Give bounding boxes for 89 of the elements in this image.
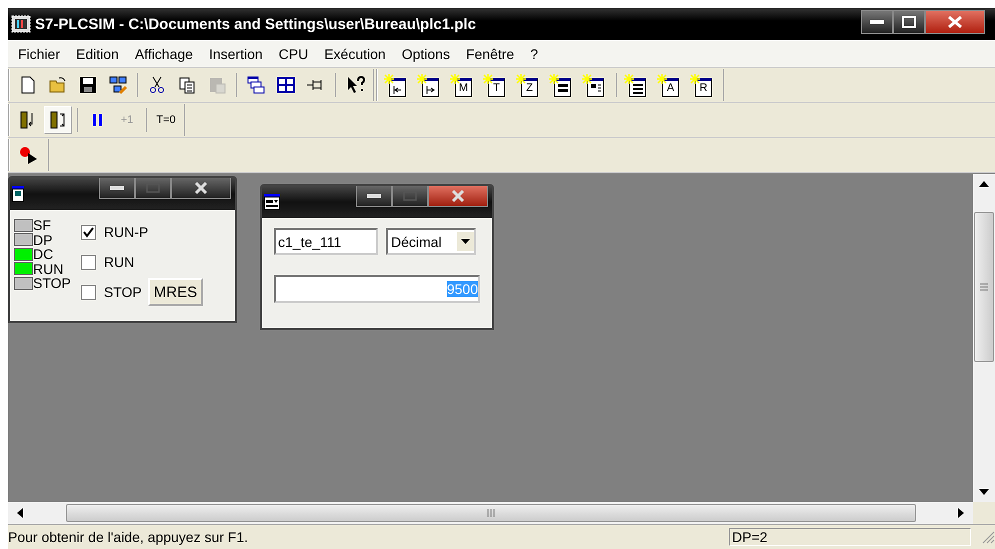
minimize-button[interactable] — [99, 178, 135, 199]
sparkle-icon — [483, 74, 493, 84]
led-label: DP — [33, 232, 52, 247]
insert-window-button[interactable]: T — [481, 71, 512, 99]
copy-icon — [177, 75, 197, 95]
sparkle-icon — [516, 74, 526, 84]
new-window-icon — [554, 78, 571, 96]
resize-grip-icon — [981, 530, 995, 544]
cascade-windows-icon — [246, 75, 266, 95]
menu-item[interactable]: Affichage — [126, 44, 201, 64]
vertical-scrollbar[interactable] — [973, 174, 995, 502]
menu-item[interactable]: Fichier — [10, 44, 68, 64]
scissors-icon — [147, 75, 167, 95]
sparkle-icon — [384, 74, 394, 84]
continuous-scan-button[interactable] — [44, 106, 72, 134]
minimize-icon — [110, 186, 124, 190]
sparkle-icon — [450, 74, 460, 84]
app-icon — [11, 15, 31, 33]
grip-icon — [980, 283, 988, 291]
minimize-icon — [367, 194, 381, 198]
toolbar-button[interactable]: T=0 — [152, 106, 180, 134]
horizontal-scrollbar[interactable] — [8, 502, 973, 524]
new-window-icon: T — [488, 78, 505, 96]
new-window-icon — [389, 78, 406, 96]
sparkle-icon — [582, 74, 592, 84]
new-window-icon — [587, 78, 604, 96]
grip-icon — [486, 509, 494, 517]
window-title: S7-PLCSIM - C:\Documents and Settings\user\Bureau\plc1.plc — [35, 16, 477, 32]
led-label: STOP — [33, 276, 71, 290]
close-button[interactable] — [925, 10, 985, 34]
menu-item[interactable]: Exécution — [316, 44, 394, 64]
minimize-icon — [870, 20, 884, 24]
checkbox[interactable] — [80, 224, 96, 240]
menu-item[interactable]: CPU — [270, 44, 316, 64]
maximize-icon — [902, 16, 916, 28]
close-button[interactable] — [428, 186, 488, 207]
help-pointer-icon — [345, 75, 365, 95]
close-icon — [194, 182, 208, 194]
mres-button[interactable]: MRES — [148, 278, 204, 306]
sparkle-icon — [690, 74, 700, 84]
mode-label: STOP — [104, 284, 142, 300]
tile-windows-icon — [276, 75, 296, 95]
maximize-button[interactable] — [893, 10, 925, 34]
new-window-icon: A — [662, 78, 679, 96]
new-window-icon — [422, 78, 439, 96]
sparkle-icon — [417, 74, 427, 84]
mode-label: RUN — [104, 254, 134, 270]
checkbox[interactable] — [80, 254, 96, 270]
new-window-icon: R — [695, 78, 712, 96]
insert-window-button[interactable]: Z — [514, 71, 545, 99]
left-arrow-icon[interactable] — [16, 508, 24, 518]
led-label: RUN — [33, 262, 64, 276]
insert-window-button[interactable]: M — [448, 71, 479, 99]
insert-window-button[interactable]: A — [655, 71, 686, 99]
sparkle-icon — [657, 74, 667, 84]
clipboard-icon — [207, 75, 227, 95]
right-arrow-icon[interactable] — [957, 508, 965, 518]
status-message: Pour obtenir de l'aide, appuyez sur F1. — [8, 529, 250, 545]
format-dropdown[interactable]: Décimal — [386, 228, 476, 255]
maximize-icon — [403, 191, 417, 201]
menu-item[interactable]: Options — [394, 44, 458, 64]
status-panel: DP=2 — [729, 528, 971, 546]
minimize-button[interactable] — [861, 10, 893, 34]
maximize-icon — [146, 183, 160, 193]
menu-item[interactable]: Edition — [68, 44, 127, 64]
menu-item[interactable]: Insertion — [200, 44, 271, 64]
up-arrow-icon[interactable] — [979, 180, 989, 188]
cpu-icon — [12, 186, 24, 202]
new-window-icon: M — [455, 78, 472, 96]
close-icon — [947, 16, 963, 28]
new-window-icon — [629, 78, 646, 96]
new-window-icon: Z — [521, 78, 538, 96]
sparkle-icon — [624, 74, 634, 84]
address-field[interactable]: c1_te_111 — [274, 228, 378, 255]
minimize-button[interactable] — [356, 186, 392, 207]
network-icon — [108, 75, 128, 95]
insert-window-button[interactable]: R — [688, 71, 719, 99]
down-arrow-icon[interactable] — [979, 488, 989, 496]
sparkle-icon — [549, 74, 559, 84]
close-button[interactable] — [171, 178, 231, 199]
folder-icon — [48, 75, 68, 95]
checkbox[interactable] — [80, 284, 96, 300]
close-icon — [451, 190, 465, 202]
led-label: DC — [33, 247, 54, 262]
led-label: SF — [33, 218, 51, 232]
menu-item[interactable]: Fenêtre — [458, 44, 522, 64]
menu-item[interactable]: ? — [522, 44, 546, 64]
mode-label: RUN-P — [104, 224, 148, 240]
variable-icon — [264, 194, 280, 210]
